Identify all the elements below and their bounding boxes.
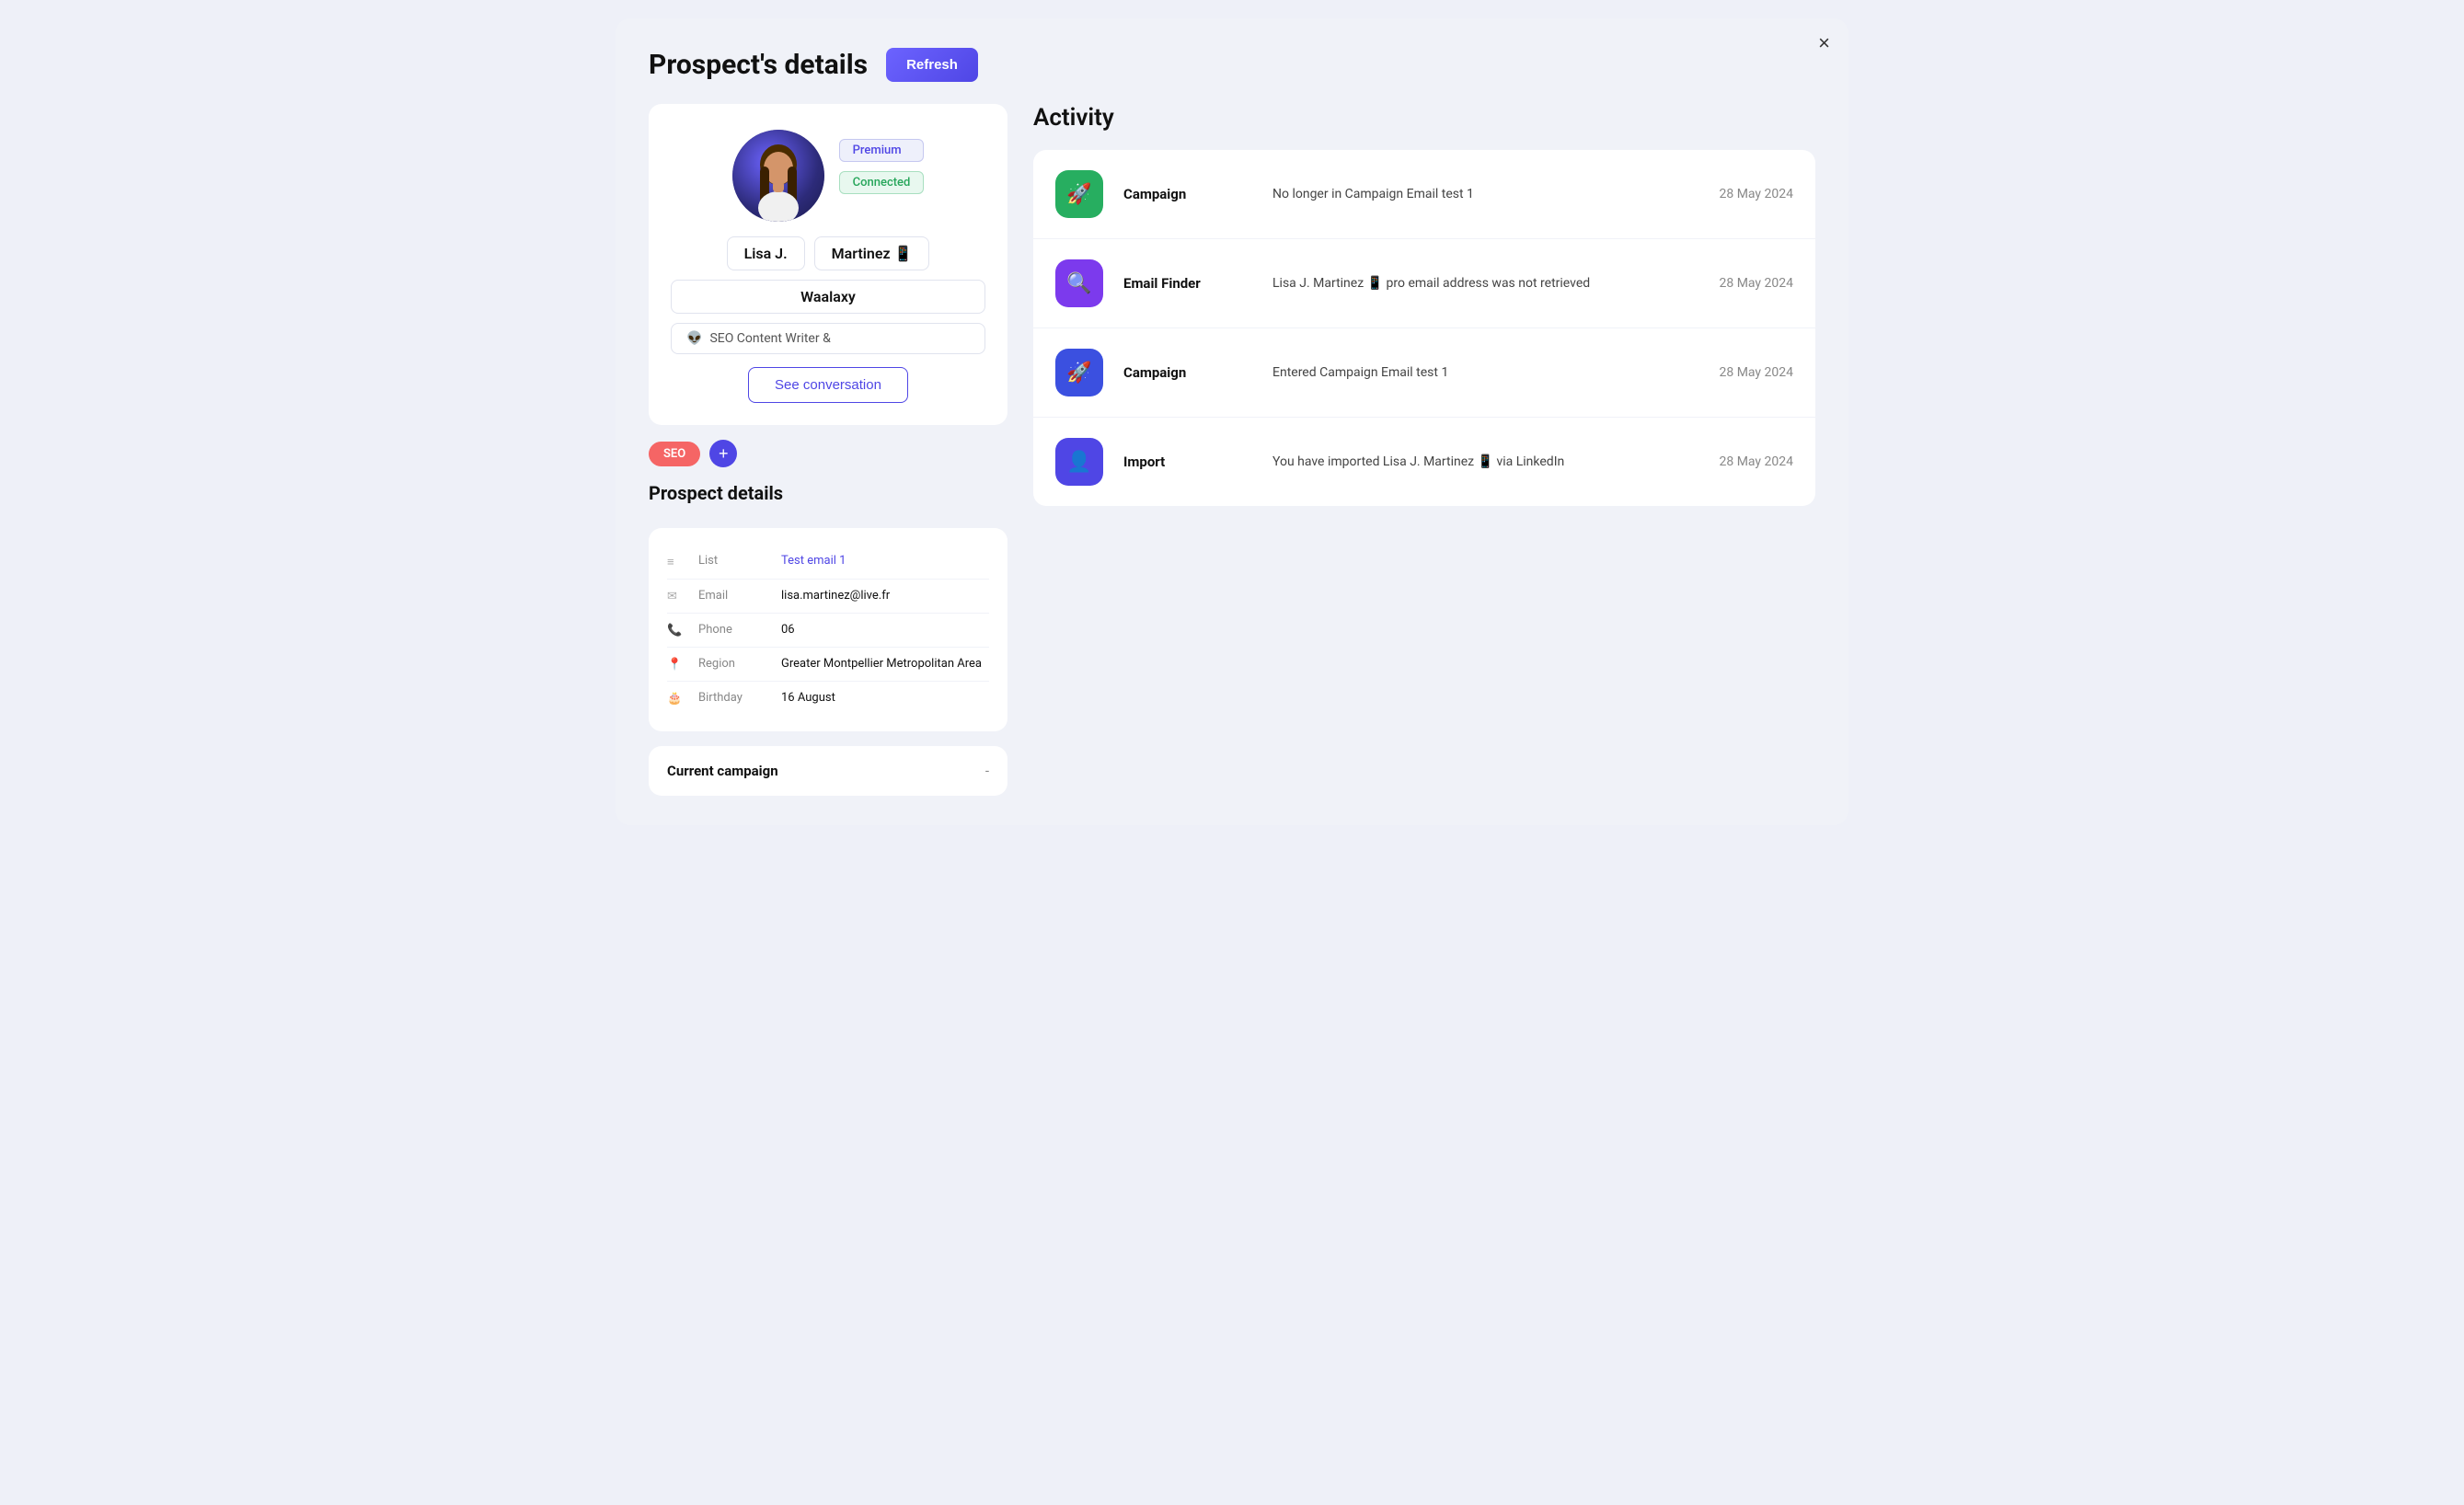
detail-row-birthday: 🎂 Birthday 16 August: [667, 682, 989, 715]
profile-top: Premium Connected: [671, 130, 985, 222]
birthday-icon: 🎂: [667, 692, 689, 706]
badges-column: Premium Connected: [839, 130, 925, 194]
activity-date-3: 28 May 2024: [1719, 454, 1793, 469]
detail-label-phone: Phone: [698, 623, 772, 637]
name-row: Lisa J. Martinez 📱: [671, 236, 985, 270]
avatar: [732, 130, 824, 222]
campaign-icon-0: 🚀: [1055, 170, 1103, 218]
avatar-silhouette-icon: [747, 139, 810, 222]
first-name: Lisa J.: [727, 236, 805, 270]
page-title: Prospect's details: [649, 49, 868, 81]
region-icon: 📍: [667, 658, 689, 672]
activity-date-0: 28 May 2024: [1719, 187, 1793, 201]
activity-date-1: 28 May 2024: [1719, 276, 1793, 291]
prospect-details-modal: × Prospect's details Refresh: [616, 18, 1848, 825]
detail-value-phone: 06: [781, 623, 989, 637]
close-button[interactable]: ×: [1818, 33, 1830, 53]
activity-item-0: 🚀 Campaign No longer in Campaign Email t…: [1033, 150, 1815, 239]
activity-list: 🚀 Campaign No longer in Campaign Email t…: [1033, 150, 1815, 506]
activity-date-2: 28 May 2024: [1719, 365, 1793, 380]
avatar-image: [732, 130, 824, 222]
current-campaign-card: Current campaign -: [649, 746, 1007, 796]
activity-desc-1: Lisa J. Martinez 📱 pro email address was…: [1272, 274, 1698, 293]
prospect-details-title: Prospect details: [649, 482, 1007, 504]
see-conversation-button[interactable]: See conversation: [748, 367, 908, 403]
content-area: Premium Connected Lisa J. Martinez 📱 Waa…: [649, 104, 1815, 796]
premium-badge: Premium: [839, 139, 925, 162]
activity-item-2: 🚀 Campaign Entered Campaign Email test 1…: [1033, 328, 1815, 418]
current-campaign-value: -: [985, 763, 989, 779]
detail-label-birthday: Birthday: [698, 691, 772, 705]
detail-label-list: List: [698, 554, 772, 568]
refresh-button[interactable]: Refresh: [886, 48, 978, 82]
email-finder-icon-1: 🔍: [1055, 259, 1103, 307]
activity-item-1: 🔍 Email Finder Lisa J. Martinez 📱 pro em…: [1033, 239, 1815, 328]
activity-desc-2: Entered Campaign Email test 1: [1272, 363, 1698, 383]
import-icon-3: 👤: [1055, 438, 1103, 486]
phone-icon: 📞: [667, 624, 689, 638]
alien-icon: 👽: [686, 331, 702, 346]
tags-row: SEO +: [649, 440, 1007, 467]
company-name: Waalaxy: [671, 280, 985, 314]
activity-item-3: 👤 Import You have imported Lisa J. Marti…: [1033, 418, 1815, 506]
detail-row-list: ≡ List Test email 1: [667, 545, 989, 580]
campaign-icon-2: 🚀: [1055, 349, 1103, 396]
list-icon: ≡: [667, 555, 689, 569]
detail-row-email: ✉ Email lisa.martinez@live.fr: [667, 580, 989, 614]
detail-label-email: Email: [698, 589, 772, 603]
detail-row-phone: 📞 Phone 06: [667, 614, 989, 648]
header-row: Prospect's details Refresh: [649, 48, 1815, 82]
connected-badge: Connected: [839, 171, 925, 194]
detail-row-region: 📍 Region Greater Montpellier Metropolita…: [667, 648, 989, 682]
detail-value-list[interactable]: Test email 1: [781, 554, 989, 568]
right-panel: Activity 🚀 Campaign No longer in Campaig…: [1033, 104, 1815, 796]
add-tag-button[interactable]: +: [709, 440, 737, 467]
last-name: Martinez 📱: [814, 236, 930, 270]
job-title: 👽 SEO Content Writer &: [671, 323, 985, 354]
activity-type-3: Import: [1123, 454, 1252, 470]
left-panel: Premium Connected Lisa J. Martinez 📱 Waa…: [649, 104, 1007, 796]
activity-desc-0: No longer in Campaign Email test 1: [1272, 185, 1698, 204]
activity-title: Activity: [1033, 104, 1815, 132]
detail-value-birthday: 16 August: [781, 691, 989, 705]
detail-value-region: Greater Montpellier Metropolitan Area: [781, 657, 989, 671]
detail-label-region: Region: [698, 657, 772, 671]
activity-type-0: Campaign: [1123, 186, 1252, 202]
detail-value-email: lisa.martinez@live.fr: [781, 589, 989, 603]
email-icon: ✉: [667, 590, 689, 603]
activity-desc-3: You have imported Lisa J. Martinez 📱 via…: [1272, 453, 1698, 472]
activity-type-1: Email Finder: [1123, 275, 1252, 292]
seo-tag: SEO: [649, 442, 700, 466]
profile-card: Premium Connected Lisa J. Martinez 📱 Waa…: [649, 104, 1007, 425]
activity-type-2: Campaign: [1123, 364, 1252, 381]
prospect-details-card: ≡ List Test email 1 ✉ Email lisa.martine…: [649, 528, 1007, 731]
current-campaign-label: Current campaign: [667, 763, 778, 779]
